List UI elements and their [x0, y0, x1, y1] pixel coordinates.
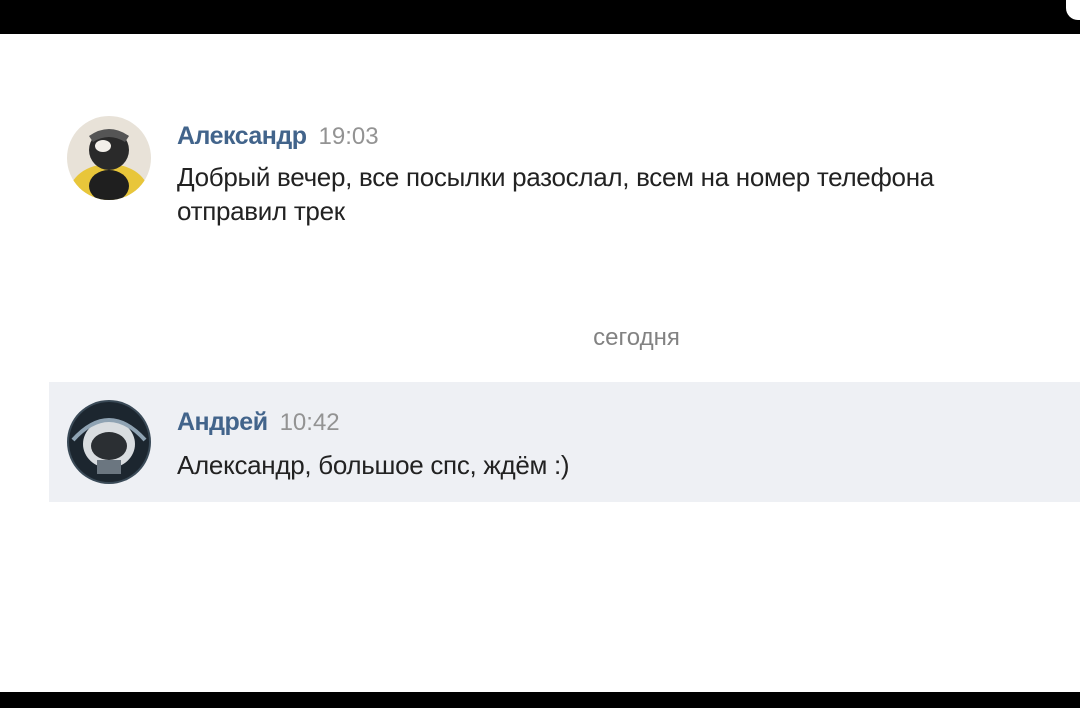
message-text: Добрый вечер, все посылки разослал, всем… [177, 162, 934, 226]
avatar[interactable] [67, 400, 151, 484]
message-header: Александр 19:03 [177, 122, 379, 151]
bottom-bezel [0, 692, 1080, 708]
author-name[interactable]: Андрей [177, 408, 268, 436]
avatar-photo-icon [67, 116, 151, 200]
message-time[interactable]: 19:03 [319, 123, 379, 150]
date-separator: сегодня [593, 324, 680, 351]
message-time[interactable]: 10:42 [280, 409, 340, 436]
message-text: Александр, большое спс, ждём :) [177, 450, 570, 480]
message-item[interactable]: Андрей 10:42 Александр, большое спс, ждём… [49, 382, 1080, 502]
author-name[interactable]: Александр [177, 122, 307, 150]
top-bezel [0, 0, 1080, 34]
avatar[interactable] [67, 116, 151, 200]
message-item[interactable]: Александр 19:03 Добрый вечер, все посылки… [49, 114, 1080, 254]
avatar-photo-icon [67, 400, 151, 484]
chat-history: Александр 19:03 Добрый вечер, все посылки… [0, 34, 1080, 692]
message-header: Андрей 10:42 [177, 408, 340, 437]
screen-corner [1066, 0, 1080, 20]
